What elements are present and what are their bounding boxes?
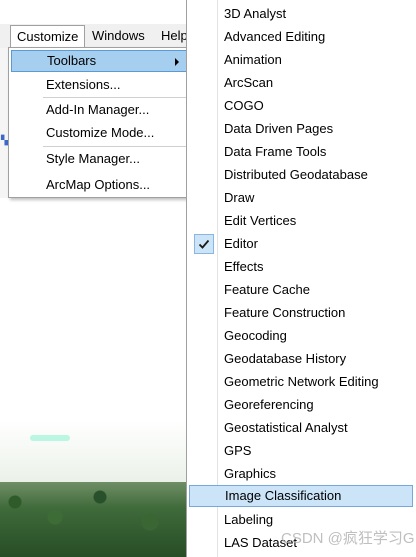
toolbar-item-label: Edit Vertices xyxy=(224,213,297,228)
toolbar-item-label: GPS xyxy=(224,443,252,458)
toolbar-item-data-frame-tools[interactable]: Data Frame Tools xyxy=(189,141,413,163)
toolbar-item-3d-analyst[interactable]: 3D Analyst xyxy=(189,3,413,25)
toolbar-item-label: Geometric Network Editing xyxy=(224,374,379,389)
toolbar-item-arcscan[interactable]: ArcScan xyxy=(189,72,413,94)
toolbar-item-geodatabase-history[interactable]: Geodatabase History xyxy=(189,348,413,370)
checkmark-icon xyxy=(194,234,214,254)
toolbar-item-advanced-editing[interactable]: Advanced Editing xyxy=(189,26,413,48)
toolbar-item-label: Animation xyxy=(224,52,282,67)
toolbar-item-graphics[interactable]: Graphics xyxy=(189,463,413,485)
menu-item-toolbars[interactable]: Toolbars xyxy=(11,50,187,72)
toolbar-item-label: Data Frame Tools xyxy=(224,144,327,159)
menu-item-label: Toolbars xyxy=(47,53,97,68)
menu-item-style-manager[interactable]: Style Manager... xyxy=(11,148,187,170)
menu-item-label: ArcMap Options... xyxy=(46,177,151,192)
toolbar-item-feature-cache[interactable]: Feature Cache xyxy=(189,279,413,301)
map-feature xyxy=(30,435,70,441)
toolbar-item-label: COGO xyxy=(224,98,264,113)
toolbar-item-distributed-geodatabase[interactable]: Distributed Geodatabase xyxy=(189,164,413,186)
toolbar-item-label: Geodatabase History xyxy=(224,351,347,366)
toolbar-item-draw[interactable]: Draw xyxy=(189,187,413,209)
toolbar-item-label: Geocoding xyxy=(224,328,287,343)
submenu-arrow-icon xyxy=(175,58,179,66)
toolbar-item-cogo[interactable]: COGO xyxy=(189,95,413,117)
toolbar-item-label: Editor xyxy=(224,236,258,251)
toolbar-item-gps[interactable]: GPS xyxy=(189,440,413,462)
menu-item-label: Customize Mode... xyxy=(46,125,155,140)
toolbar-item-label: Distributed Geodatabase xyxy=(224,167,368,182)
toolbar-item-label: ArcScan xyxy=(224,75,274,90)
menu-item-extensions[interactable]: Extensions... xyxy=(11,74,187,96)
toolbar-item-animation[interactable]: Animation xyxy=(189,49,413,71)
menu-help[interactable]: Help xyxy=(155,25,189,47)
toolbar-item-data-driven-pages[interactable]: Data Driven Pages xyxy=(189,118,413,140)
toolbar-item-label: Draw xyxy=(224,190,255,205)
toolbar-item-edit-vertices[interactable]: Edit Vertices xyxy=(189,210,413,232)
toolbar-item-label: Graphics xyxy=(224,466,277,481)
menu-separator xyxy=(43,97,187,98)
toolbar-item-label: Advanced Editing xyxy=(224,29,326,44)
toolbar-item-geometric-network-editing[interactable]: Geometric Network Editing xyxy=(189,371,413,393)
toolbar-item-image-classification[interactable]: Image Classification xyxy=(189,485,413,507)
menu-item-customize-mode[interactable]: Customize Mode... xyxy=(11,122,187,144)
toolbar-item-label: Labeling xyxy=(224,512,274,527)
menu-item-label: Style Manager... xyxy=(46,151,140,166)
watermark: CSDN @疯狂学习GIS xyxy=(281,530,416,547)
toolbar-item-georeferencing[interactable]: Georeferencing xyxy=(189,394,413,416)
toolbar-item-label: Feature Cache xyxy=(224,282,310,297)
menu-item-label: Extensions... xyxy=(46,77,121,92)
toolbar-item-feature-construction[interactable]: Feature Construction xyxy=(189,302,413,324)
menu-item-add-in-manager[interactable]: Add-In Manager... xyxy=(11,99,187,121)
toolbar-item-label: Georeferencing xyxy=(224,397,314,412)
toolbar-item-label: Image Classification xyxy=(225,488,342,503)
toolbar-item-editor[interactable]: Editor xyxy=(189,233,413,255)
toolbar-item-label: 3D Analyst xyxy=(224,6,287,21)
map-view[interactable] xyxy=(0,420,190,490)
toolbar-item-geostatistical-analyst[interactable]: Geostatistical Analyst xyxy=(189,417,413,439)
menu-windows[interactable]: Windows xyxy=(86,25,151,47)
customize-dropdown: Toolbars Extensions... Add-In Manager...… xyxy=(8,47,190,198)
toolbars-submenu: 3D Analyst Advanced Editing Animation Ar… xyxy=(186,0,416,557)
map-imagery[interactable] xyxy=(0,482,190,557)
menu-item-arcmap-options[interactable]: ArcMap Options... xyxy=(11,174,187,196)
toolbar-item-label: Data Driven Pages xyxy=(224,121,334,136)
toolbar-item-label: Effects xyxy=(224,259,264,274)
menu-separator xyxy=(43,146,187,147)
toolbar-item-effects[interactable]: Effects xyxy=(189,256,413,278)
toolbar-item-label: Geostatistical Analyst xyxy=(224,420,348,435)
toolbar-item-geocoding[interactable]: Geocoding xyxy=(189,325,413,347)
toolbar-item-label: Feature Construction xyxy=(224,305,346,320)
tool-icon[interactable]: ▚ xyxy=(1,136,8,145)
menu-item-label: Add-In Manager... xyxy=(46,102,150,117)
menu-customize[interactable]: Customize xyxy=(10,25,86,48)
